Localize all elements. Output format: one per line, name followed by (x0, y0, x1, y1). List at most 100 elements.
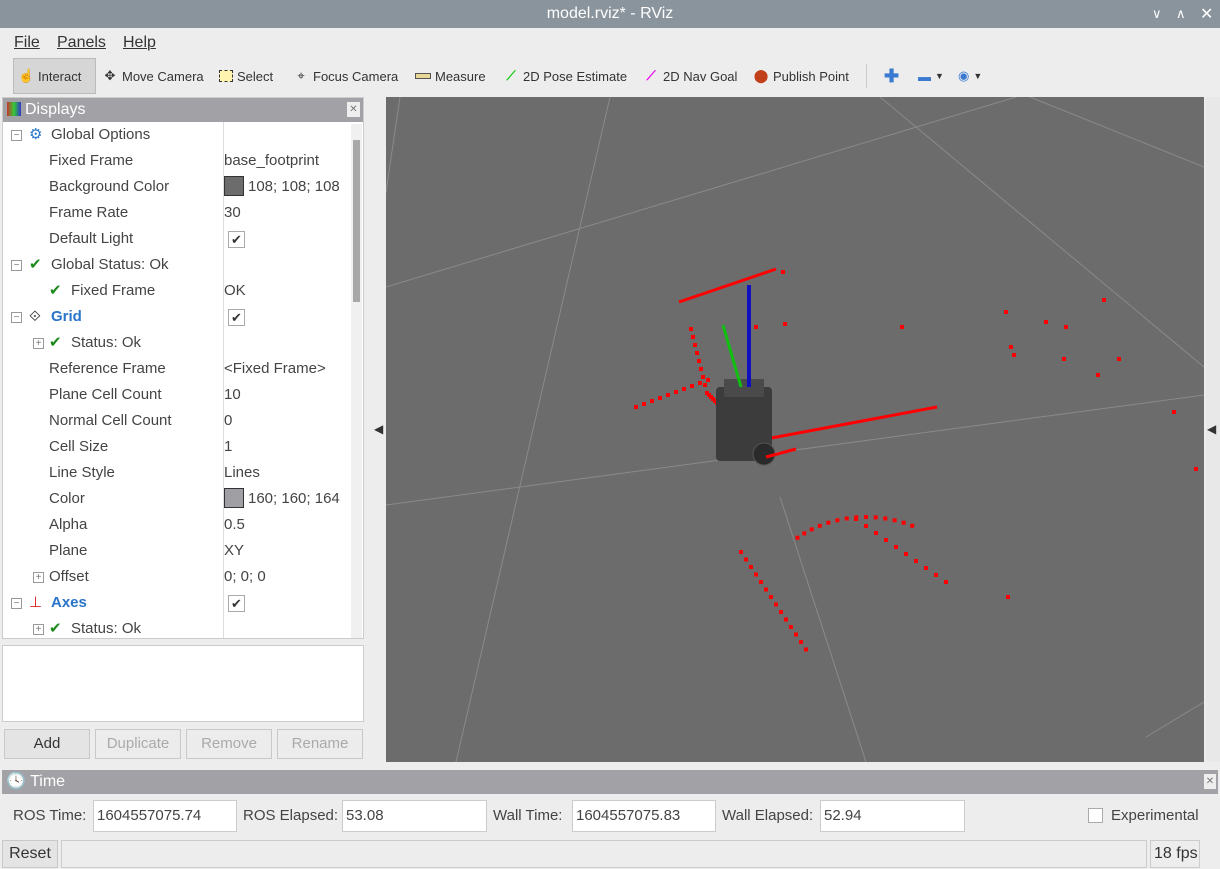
tool-label: Select (237, 68, 274, 84)
laser-point (695, 351, 699, 355)
property-checkbox[interactable]: ✔ (228, 231, 245, 248)
tree-scrollbar[interactable] (351, 124, 362, 638)
select-icon (219, 70, 233, 82)
check-icon: ✔ (49, 334, 62, 351)
property-value[interactable]: 0; 0; 0 (224, 564, 266, 590)
remove-button[interactable]: Remove (186, 729, 272, 759)
property-value[interactable]: 0 (224, 408, 232, 434)
tree-row[interactable]: Frame Rate 30 (3, 200, 351, 226)
property-label: Reference Frame (49, 360, 166, 377)
tree-row[interactable]: Color 160; 160; 164 (3, 486, 351, 512)
add-tool-button[interactable]: ✚ (880, 58, 903, 94)
property-value[interactable]: 10 (224, 382, 241, 408)
collapse-left-icon[interactable]: ◀ (374, 422, 383, 436)
tool-label: 2D Nav Goal (663, 68, 738, 84)
property-value[interactable]: <Fixed Frame> (224, 356, 326, 382)
remove-tool-button[interactable]: ▬ ▼ (914, 58, 948, 94)
tool-2d-nav-goal[interactable]: ⟋ 2D Nav Goal (639, 58, 741, 94)
laser-point (892, 518, 897, 523)
tool-label: Publish Point (773, 68, 849, 84)
rename-button[interactable]: Rename (277, 729, 363, 759)
tree-row[interactable]: Background Color 108; 108; 108 (3, 174, 351, 200)
tool-2d-pose-estimate[interactable]: ⟋ 2D Pose Estimate (499, 58, 631, 94)
property-checkbox[interactable]: ✔ (228, 309, 245, 326)
displays-tree: − ⚙ Global Options Fixed Frame base_footprin… (3, 122, 351, 638)
duplicate-button[interactable]: Duplicate (95, 729, 181, 759)
tool-move-camera[interactable]: ✥ Move Camera (98, 58, 208, 94)
tree-row[interactable]: + ✔ Status: Ok (3, 616, 351, 638)
tree-row[interactable]: − ⊥ Axes ✔ (3, 590, 351, 616)
view-menu-button[interactable]: ◉ ▼ (954, 58, 986, 94)
laser-point (690, 384, 694, 388)
reset-button[interactable]: Reset (2, 840, 58, 868)
tree-row[interactable]: Line Style Lines (3, 460, 351, 486)
tree-row[interactable]: Reference Frame <Fixed Frame> (3, 356, 351, 382)
minimize-button[interactable]: ∨ (1152, 6, 1162, 22)
right-dock-handle[interactable]: ◀ (1206, 97, 1220, 762)
tree-row[interactable]: Cell Size 1 (3, 434, 351, 460)
tree-row[interactable]: Plane Cell Count 10 (3, 382, 351, 408)
tree-row[interactable]: Default Light ✔ (3, 226, 351, 252)
magenta-arrow-icon: ⟋ (646, 68, 656, 83)
property-value[interactable]: XY (224, 538, 244, 564)
ros-elapsed-field[interactable]: 53.08 (342, 800, 487, 832)
tree-row[interactable]: − ⟐ Grid ✔ (3, 304, 351, 330)
3d-scene[interactable] (385, 96, 1205, 763)
wall-elapsed-field[interactable]: 52.94 (820, 800, 965, 832)
eye-icon: ◉ (958, 68, 970, 83)
tree-row[interactable]: + Offset 0; 0; 0 (3, 564, 351, 590)
property-value[interactable]: 1 (224, 434, 232, 460)
close-panel-icon[interactable]: ✕ (1204, 774, 1216, 789)
maximize-button[interactable]: ∧ (1176, 6, 1186, 22)
expand-icon[interactable]: + (33, 624, 44, 635)
tree-row[interactable]: ✔ Fixed Frame OK (3, 278, 351, 304)
property-label: Offset (49, 568, 89, 585)
tree-row[interactable]: Alpha 0.5 (3, 512, 351, 538)
tool-label: Move Camera (122, 68, 204, 84)
tool-interact[interactable]: ☝ Interact (13, 58, 96, 94)
property-label: Global Options (51, 126, 151, 143)
3d-viewport[interactable] (385, 96, 1205, 763)
close-button[interactable]: ✕ (1200, 4, 1213, 24)
tool-measure[interactable]: Measure (411, 58, 490, 94)
tree-row[interactable]: + ✔ Status: Ok (3, 330, 351, 356)
collapse-icon[interactable]: − (11, 260, 22, 271)
property-label: Alpha (49, 516, 88, 533)
close-panel-icon[interactable]: ✕ (347, 102, 360, 117)
property-checkbox[interactable]: ✔ (228, 595, 245, 612)
experimental-checkbox[interactable] (1088, 808, 1103, 823)
map-pin-icon: ⬤ (753, 68, 769, 83)
tool-publish-point[interactable]: ⬤ Publish Point (749, 58, 853, 94)
tool-focus-camera[interactable]: ⌖ Focus Camera (289, 58, 402, 94)
scrollbar-thumb[interactable] (353, 140, 360, 302)
collapse-icon[interactable]: − (11, 130, 22, 141)
color-swatch (224, 487, 244, 508)
menu-panels[interactable]: Panels (57, 34, 106, 52)
menu-help[interactable]: Help (123, 34, 156, 52)
tree-row[interactable]: Fixed Frame base_footprint (3, 148, 351, 174)
collapse-icon[interactable]: − (11, 598, 22, 609)
tree-row[interactable]: Plane XY (3, 538, 351, 564)
expand-icon[interactable]: + (33, 338, 44, 349)
property-value[interactable]: 108; 108; 108 (224, 174, 340, 200)
tree-row[interactable]: − ⚙ Global Options (3, 122, 351, 148)
property-value[interactable]: 30 (224, 200, 241, 226)
laser-point (804, 647, 808, 652)
property-value[interactable]: OK (224, 278, 246, 304)
add-button[interactable]: Add (4, 729, 90, 759)
property-value[interactable]: Lines (224, 460, 260, 486)
property-value[interactable]: 160; 160; 164 (224, 486, 340, 512)
toolbar: ☝ Interact ✥ Move Camera Select ⌖ Focus Cam… (0, 58, 1220, 94)
tool-select[interactable]: Select (215, 58, 277, 94)
collapse-right-icon[interactable]: ◀ (1207, 422, 1216, 436)
collapse-icon[interactable]: − (11, 312, 22, 323)
grid-line (385, 96, 1017, 288)
ros-time-field[interactable]: 1604557075.74 (93, 800, 237, 832)
property-value[interactable]: base_footprint (224, 148, 319, 174)
menu-file[interactable]: File (14, 34, 40, 52)
tree-row[interactable]: − ✔ Global Status: Ok (3, 252, 351, 278)
tree-row[interactable]: Normal Cell Count 0 (3, 408, 351, 434)
expand-icon[interactable]: + (33, 572, 44, 583)
wall-time-field[interactable]: 1604557075.83 (572, 800, 716, 832)
property-value[interactable]: 0.5 (224, 512, 245, 538)
